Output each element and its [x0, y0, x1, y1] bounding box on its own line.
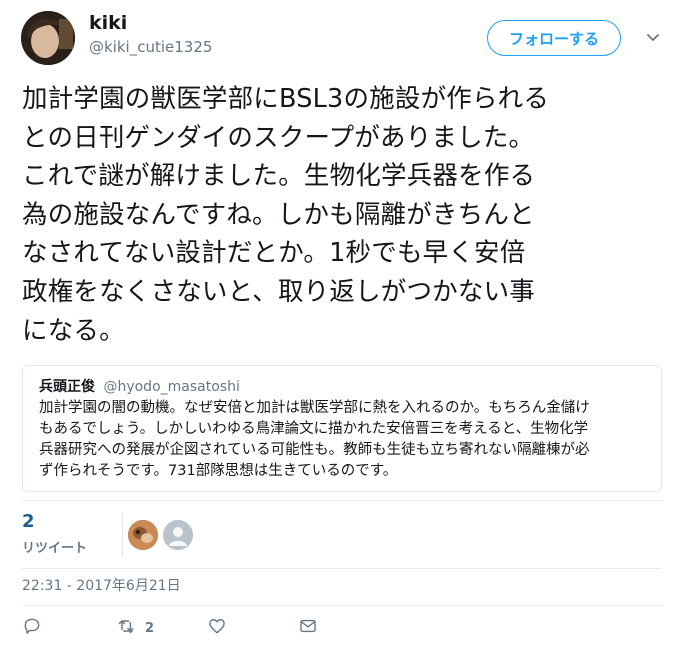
tweet-header: kiki @kiki_cutie1325 フォローする [0, 0, 680, 70]
divider [22, 500, 662, 501]
reply-button[interactable] [22, 616, 42, 640]
retweeter-avatar[interactable] [128, 520, 158, 550]
retweet-button[interactable]: 2 [117, 616, 154, 640]
avatar[interactable] [21, 11, 75, 65]
user-handle[interactable]: @kiki_cutie1325 [89, 38, 212, 56]
direct-message-button[interactable] [298, 616, 318, 640]
chevron-down-icon[interactable] [645, 30, 661, 46]
quoted-tweet-text: 加計学園の闇の動機。なぜ安倍と加計は獣医学部に熱を入れるのか。もちろん金儲け も… [39, 400, 590, 479]
tweet-text: 加計学園の獣医学部にBSL3の施設が作られる との日刊ゲンダイのスクープがありま… [22, 84, 550, 346]
display-name[interactable]: kiki [89, 12, 127, 34]
quoted-author-handle: @hyodo_masatoshi [103, 379, 240, 395]
retweet-action-count: 2 [145, 620, 155, 636]
heart-icon [207, 616, 227, 640]
quoted-tweet-author: 兵頭正俊 @hyodo_masatoshi [39, 378, 645, 396]
retweet-count[interactable]: 2 [22, 511, 35, 532]
envelope-icon [298, 616, 318, 640]
divider [22, 568, 662, 569]
like-button[interactable] [207, 616, 227, 640]
tweet-stats: 2 リツイート [22, 509, 662, 561]
retweeter-avatar-default[interactable] [163, 520, 193, 550]
follow-button[interactable]: フォローする [487, 20, 621, 56]
retweet-label[interactable]: リツイート [22, 537, 87, 556]
quoted-author-name: 兵頭正俊 [39, 379, 95, 395]
retweet-icon [117, 616, 137, 640]
quoted-tweet[interactable]: 兵頭正俊 @hyodo_masatoshi 加計学園の闇の動機。なぜ安倍と加計は… [22, 365, 662, 492]
tweet-actions: 2 [0, 612, 680, 646]
reply-icon [22, 616, 42, 640]
divider [22, 605, 662, 606]
stats-divider [122, 513, 123, 557]
tweet-timestamp[interactable]: 22:31 - 2017年6月21日 [22, 575, 181, 595]
